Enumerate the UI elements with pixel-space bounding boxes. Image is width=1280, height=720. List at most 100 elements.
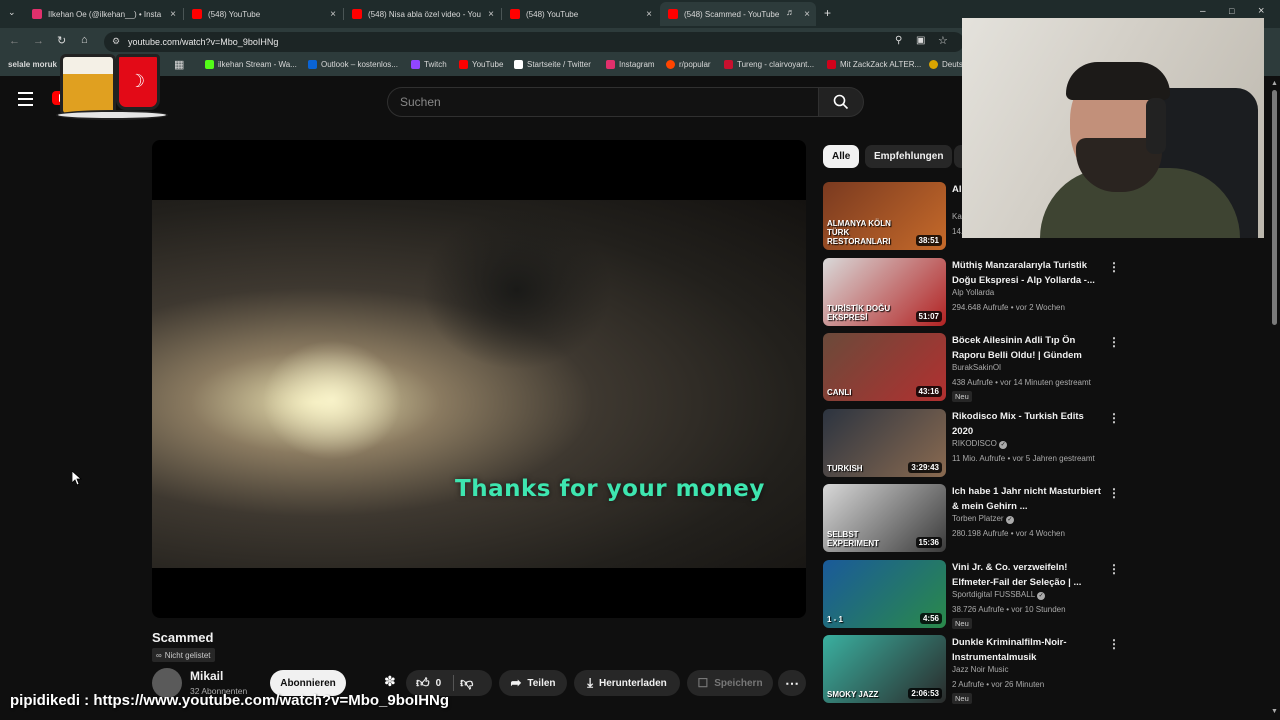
video-duration: 4:56 <box>919 612 942 624</box>
video-thumbnail[interactable]: ALMANYA KÖLN TÜRK RESTORANLARI 38:51 <box>823 182 946 250</box>
minimize-icon[interactable]: – <box>1200 6 1206 17</box>
bookmark-star-icon[interactable]: ☆ <box>938 34 948 47</box>
more-options-icon[interactable]: ⋮ <box>1108 486 1120 500</box>
recommendation-meta: 438 Aufrufe • vor 14 Minuten gestreamt <box>952 378 1091 387</box>
video-thumbnail[interactable]: SELBST EXPERIMENT 15:36 <box>823 484 946 552</box>
more-actions-button[interactable]: ⋯ <box>778 670 806 696</box>
recommendation-title[interactable]: Böcek Ailesinin Adli Tıp Ön Raporu Belli… <box>952 333 1102 363</box>
video-thumbnail[interactable]: TURKISH 3:29:43 <box>823 408 946 477</box>
recommendation-title[interactable]: Dunkle Kriminalfilm-Noir-Instrumentalmus… <box>952 635 1102 665</box>
install-app-icon[interactable]: ▣ <box>916 35 925 46</box>
bookmark-item[interactable]: ilkehan Stream - Wa... <box>205 60 297 69</box>
speaker-icon[interactable]: ♬ <box>786 7 795 17</box>
video-duration: 51:07 <box>915 310 942 322</box>
save-button[interactable]: ☐ Speichern <box>687 670 773 696</box>
forward-icon[interactable]: → <box>33 35 44 47</box>
video-player[interactable]: Thanks for your money <box>152 140 806 618</box>
video-thumbnail[interactable]: SMOKY JAZZ 2:06:53 <box>823 635 946 703</box>
instagram-icon <box>32 9 42 19</box>
menu-icon[interactable] <box>18 92 33 106</box>
close-window-icon[interactable]: × <box>1258 5 1264 17</box>
channel-name[interactable]: Mikail <box>190 669 223 683</box>
close-tab-icon[interactable]: × <box>804 9 810 20</box>
recommendation-channel[interactable]: Alp Yollarda <box>952 288 994 297</box>
bookmark-item[interactable]: Mit ZackZack ALTER... <box>827 60 921 69</box>
video-thumbnail[interactable]: 1 - 1 4:56 <box>823 559 946 628</box>
recommendation-item[interactable]: TURİSTİK DOĞU EKSPRESİ 51:07 Müthiş Manzar… <box>823 257 1123 326</box>
tab-title: (548) Scammed - YouTube <box>684 9 780 19</box>
recommendation-channel[interactable]: Torben Platzer ✓ <box>952 514 1014 524</box>
recommendation-channel[interactable]: BurakSakinOl <box>952 363 1001 372</box>
recommendation-title[interactable]: Ich habe 1 Jahr nicht Masturbiert & mein… <box>952 484 1102 514</box>
share-button[interactable]: ➦ Teilen <box>499 670 567 696</box>
bookmark-item[interactable]: Outlook – kostenlos... <box>308 60 398 69</box>
browser-tab[interactable]: Ilkehan Oe (@ilkehan__) • Insta × <box>24 4 182 24</box>
chip-all[interactable]: Alle <box>823 145 860 168</box>
recommendation-title[interactable]: Vini Jr. & Co. verzweifeln! Elfmeter-Fai… <box>952 560 1102 590</box>
recommendation-item[interactable]: 1 - 1 4:56 Vini Jr. & Co. verzweifeln! Elf… <box>823 559 1123 629</box>
scrollbar-thumb[interactable] <box>1272 90 1277 325</box>
recommendation-meta: 38.726 Aufrufe • vor 10 Stunden <box>952 604 1066 614</box>
browser-tab[interactable]: (548) YouTube × <box>502 4 658 24</box>
recommendation-title[interactable]: Müthiş Manzaralarıyla Turistik Doğu Eksp… <box>952 258 1102 288</box>
bookmark-label: Instagram <box>619 60 655 69</box>
close-tab-icon[interactable]: × <box>646 9 652 20</box>
download-button[interactable]: ⤓ Herunterladen <box>574 670 680 696</box>
close-tab-icon[interactable]: × <box>170 9 176 20</box>
video-thumbnail[interactable]: CANLI 43:16 <box>823 333 946 401</box>
thumbnail-text: CANLI <box>827 388 852 397</box>
browser-tab[interactable]: (548) Nisa abla özel video - You × <box>344 4 500 24</box>
bookmark-label: Startseite / Twitter <box>527 60 591 69</box>
bookmark-item[interactable]: r/popular <box>666 60 711 69</box>
flag-glass-icon: ☽ <box>116 54 160 110</box>
recommendation-channel[interactable]: Jazz Noir Music <box>952 665 1008 674</box>
unlisted-label: Nicht gelistet <box>164 650 211 660</box>
maximize-icon[interactable]: □ <box>1229 6 1234 16</box>
bookmark-item[interactable]: YouTube <box>459 60 503 69</box>
recommendation-channel[interactable]: RIKODISCO ✓ <box>952 439 1008 449</box>
more-options-icon[interactable]: ⋮ <box>1108 637 1120 651</box>
video-duration: 15:36 <box>915 537 942 548</box>
browser-tab-active[interactable]: (548) Scammed - YouTube ♬ × <box>660 2 816 26</box>
recommendation-item[interactable]: SELBST EXPERIMENT 15:36 Ich habe 1 Jahr ni… <box>823 484 1123 552</box>
more-options-icon[interactable]: ⋮ <box>1108 411 1120 425</box>
search-input[interactable]: Suchen <box>387 87 819 117</box>
scroll-down-arrow[interactable]: ▼ <box>1271 708 1278 715</box>
bookmark-item[interactable]: selale moruk <box>8 60 57 69</box>
more-options-icon[interactable]: ⋮ <box>1108 260 1120 274</box>
bookmark-label: Deuts <box>942 60 963 69</box>
video-thumbnail[interactable]: TURİSTİK DOĞU EKSPRESİ 51:07 <box>823 257 946 326</box>
bookmark-item[interactable]: Tureng - clairvoyant... <box>724 60 814 69</box>
youtube-icon <box>510 9 520 19</box>
save-icon: ☐ <box>697 676 709 690</box>
youtube-icon <box>668 9 678 19</box>
apps-grid-icon[interactable]: ▦ <box>174 58 184 71</box>
download-label: Herunterladen <box>598 677 667 689</box>
dislike-icon[interactable]: 👎︎ <box>460 675 473 691</box>
tab-list-chevron-icon[interactable]: ⌄ <box>8 7 16 18</box>
bookmark-item[interactable]: Startseite / Twitter <box>514 60 591 69</box>
recommendation-item[interactable]: TURKISH 3:29:43 Rikodisco Mix - Turkish Ed… <box>823 408 1123 477</box>
zoom-icon[interactable]: ⚲ <box>895 35 902 46</box>
bookmark-item[interactable]: Twitch <box>411 60 447 69</box>
url-field[interactable]: ⚙ youtube.com/watch?v=Mbo_9boIHNg <box>104 32 964 52</box>
bookmark-item[interactable]: Instagram <box>606 60 655 69</box>
video-duration: 2:06:53 <box>908 688 942 699</box>
bookmark-item[interactable]: Deuts <box>929 60 963 69</box>
back-icon[interactable]: ← <box>9 35 20 47</box>
new-tab-button[interactable]: + <box>824 6 831 20</box>
recommendation-channel[interactable]: Sportdigital FUSSBALL ✓ <box>952 590 1046 600</box>
recommendation-item[interactable]: CANLI 43:16 Böcek Ailesinin Adli Tıp Ön Ra… <box>823 333 1123 402</box>
recommendation-title[interactable]: Rikodisco Mix - Turkish Edits 2020 <box>952 409 1102 439</box>
like-icon[interactable]: 👍︎ <box>416 675 430 691</box>
sparkle-icon[interactable]: ✽ <box>384 673 396 690</box>
close-tab-icon[interactable]: × <box>330 9 336 20</box>
browser-tab[interactable]: (548) YouTube × <box>184 4 342 24</box>
chip-recommendations[interactable]: Empfehlungen <box>865 145 953 168</box>
search-button[interactable] <box>818 87 864 117</box>
more-options-icon[interactable]: ⋮ <box>1108 335 1120 349</box>
recommendation-item[interactable]: SMOKY JAZZ 2:06:53 Dunkle Kriminalfilm-Noi… <box>823 635 1123 704</box>
close-tab-icon[interactable]: × <box>488 9 494 20</box>
more-options-icon[interactable]: ⋮ <box>1108 562 1120 576</box>
scroll-up-arrow[interactable]: ▲ <box>1271 80 1278 87</box>
